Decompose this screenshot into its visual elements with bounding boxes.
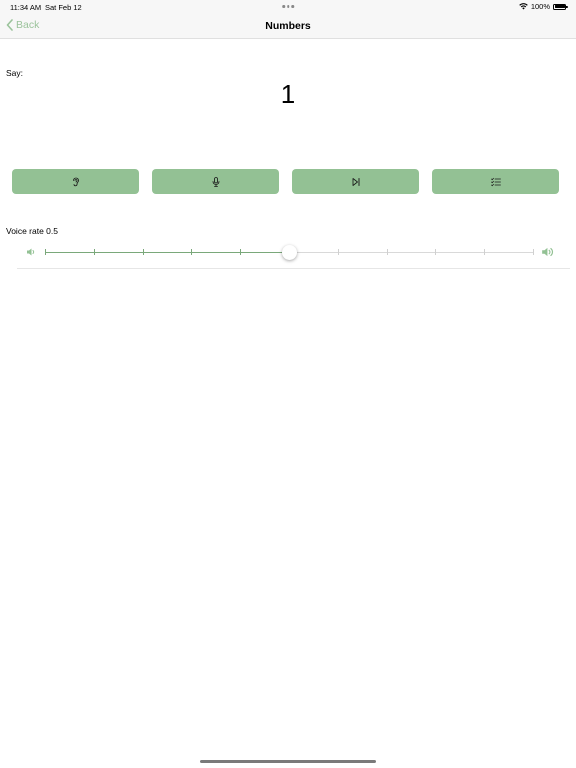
status-time: 11:34 AM [10,3,42,12]
volume-low-icon [27,248,35,256]
slider-tick [45,249,46,255]
next-button[interactable] [292,169,419,194]
divider [17,268,570,269]
slider-tick [240,249,242,255]
slider-tick [533,249,534,255]
checklist-icon [490,177,501,186]
wifi-icon [519,3,528,10]
slider-tick [435,249,437,255]
battery-icon [553,3,568,10]
slider-tick [484,249,486,255]
navigation-bar: Back Numbers [0,14,576,39]
voice-rate-slider[interactable] [26,244,556,262]
microphone-icon [212,176,219,187]
slider-tick [191,249,193,255]
record-button[interactable] [152,169,279,194]
slider-fill [45,252,289,253]
listen-button[interactable] [12,169,139,194]
list-button[interactable] [432,169,559,194]
skip-forward-icon [352,177,359,186]
screen: 11:34 AM Sat Feb 12 100% Back Numbers Sa… [0,0,576,768]
status-right: 100% [519,2,568,11]
home-indicator[interactable] [200,760,376,763]
battery-percent: 100% [530,2,550,11]
status-date: Sat Feb 12 [45,3,82,12]
page-title: Numbers [265,20,311,32]
slider-tick [337,249,339,255]
slider-track[interactable] [45,245,534,260]
slider-tick [386,249,388,255]
ear-icon [72,177,79,186]
voice-rate-label: Voice rate 0.5 [6,226,58,236]
slider-tick [93,249,95,255]
slider-tick [142,249,144,255]
multitasking-dots-icon[interactable] [282,5,294,8]
number-display: 1 [280,79,296,109]
status-bar: 11:34 AM Sat Feb 12 100% [0,0,576,14]
volume-high-icon [542,247,554,257]
say-label: Say: [6,68,24,78]
slider-thumb[interactable] [281,245,297,260]
